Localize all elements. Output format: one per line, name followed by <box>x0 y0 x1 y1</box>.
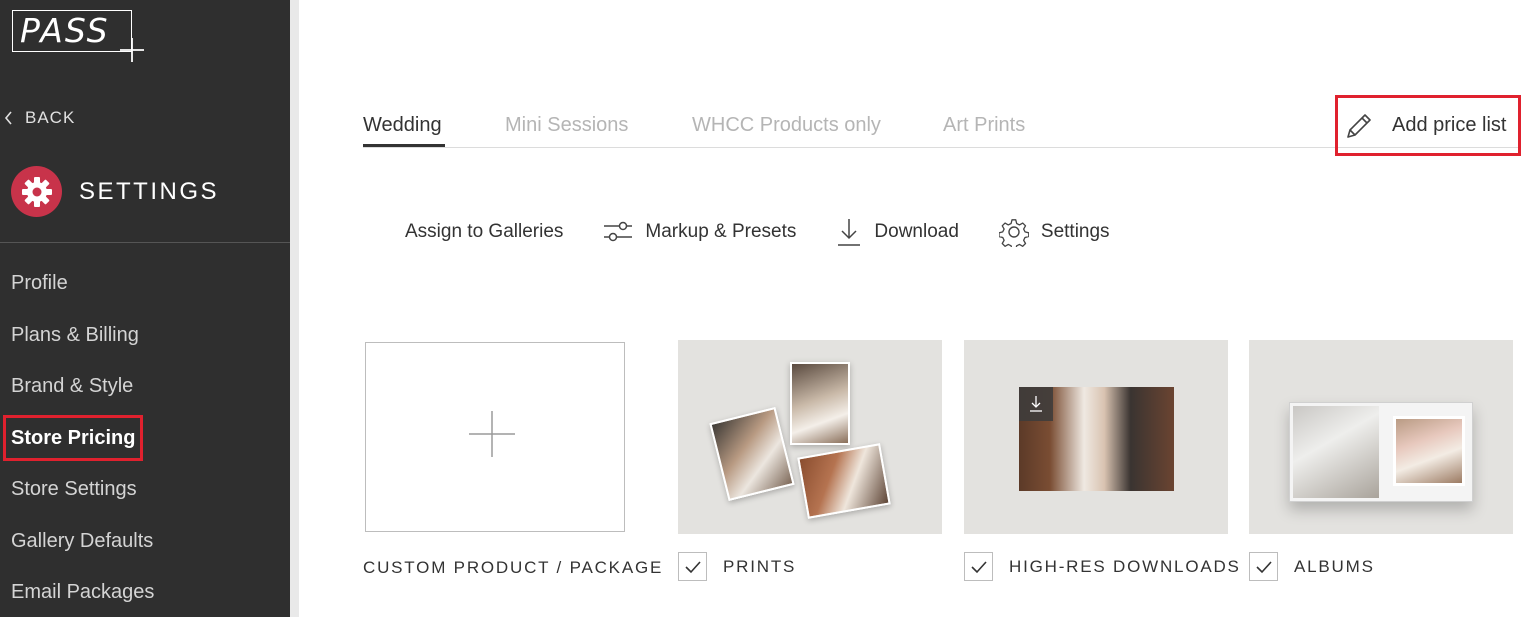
sidebar-item-profile[interactable]: Profile <box>11 266 154 318</box>
settings-nav: Profile Plans & Billing Brand & Style St… <box>2 266 154 617</box>
sidebar: PASS BACK SETTINGS Profile Plans & Billi… <box>0 0 290 617</box>
settings-badge <box>11 166 62 217</box>
price-list-toolbar: Assign to Galleries Markup & Presets Dow… <box>405 214 1110 250</box>
download-icon <box>838 219 861 246</box>
albums-label: ALBUMS <box>1294 557 1375 576</box>
plus-icon <box>120 38 144 62</box>
sidebar-item-email-packages[interactable]: Email Packages <box>11 575 154 617</box>
active-tab-underline <box>363 144 445 147</box>
custom-product-label: CUSTOM PRODUCT / PACKAGE <box>363 558 664 577</box>
prints-card-image[interactable] <box>678 340 942 534</box>
high-res-downloads-checkbox[interactable] <box>964 552 993 581</box>
tab-wedding[interactable]: Wedding <box>363 114 442 137</box>
settings-title: SETTINGS <box>79 177 220 205</box>
logo-text: PASS <box>20 11 110 50</box>
print-photo <box>797 443 891 519</box>
album-page-left <box>1293 406 1379 498</box>
gear-icon <box>21 176 52 207</box>
albums-checkbox[interactable] <box>1249 552 1278 581</box>
print-photo <box>709 406 795 502</box>
custom-product-card[interactable] <box>365 342 625 532</box>
print-photo <box>790 362 850 445</box>
back-button[interactable]: BACK <box>4 106 75 130</box>
album-page-right <box>1393 416 1465 486</box>
back-label: BACK <box>25 108 76 127</box>
chevron-left-icon <box>4 111 12 125</box>
markup-presets-label: Markup & Presets <box>645 221 797 242</box>
download-icon <box>1030 396 1042 412</box>
sidebar-item-store-settings[interactable]: Store Settings <box>11 472 154 524</box>
sidebar-edge <box>290 0 299 617</box>
sidebar-item-plans-billing[interactable]: Plans & Billing <box>11 318 154 370</box>
sidebar-divider <box>0 242 290 243</box>
download-button[interactable]: Download <box>836 217 959 247</box>
sidebar-item-brand-style[interactable]: Brand & Style <box>11 369 154 421</box>
markup-presets-button[interactable]: Markup & Presets <box>603 220 796 244</box>
checkmark-icon <box>1255 560 1272 573</box>
download-label: Download <box>874 221 959 242</box>
add-price-list-label: Add price list <box>1392 114 1507 136</box>
checkmark-icon <box>970 560 987 573</box>
high-res-downloads-card-image[interactable] <box>964 340 1228 534</box>
assign-to-galleries-button[interactable]: Assign to Galleries <box>405 221 563 243</box>
settings-header: SETTINGS <box>11 166 219 217</box>
sliders-icon <box>604 221 633 242</box>
tab-mini-sessions[interactable]: Mini Sessions <box>505 114 628 137</box>
tab-art-prints[interactable]: Art Prints <box>943 114 1025 137</box>
settings-button[interactable]: Settings <box>998 217 1110 247</box>
download-badge <box>1019 387 1053 421</box>
sidebar-item-store-pricing[interactable]: Store Pricing <box>2 414 154 473</box>
gear-outline-icon <box>998 219 1029 247</box>
sidebar-item-gallery-defaults[interactable]: Gallery Defaults <box>11 524 154 576</box>
prints-checkbox[interactable] <box>678 552 707 581</box>
high-res-downloads-label: HIGH-RES DOWNLOADS <box>1009 557 1241 576</box>
settings-label: Settings <box>1040 221 1110 242</box>
plus-icon <box>469 411 515 457</box>
checkmark-icon <box>684 560 701 573</box>
tab-whcc-products-only[interactable]: WHCC Products only <box>692 114 881 137</box>
add-price-list-button[interactable]: Add price list <box>1335 95 1521 156</box>
assign-to-galleries-label: Assign to Galleries <box>405 221 564 242</box>
pencil-icon <box>1347 113 1371 138</box>
albums-card-image[interactable] <box>1249 340 1513 534</box>
prints-label: PRINTS <box>723 557 797 576</box>
pass-logo[interactable]: PASS <box>12 10 144 64</box>
